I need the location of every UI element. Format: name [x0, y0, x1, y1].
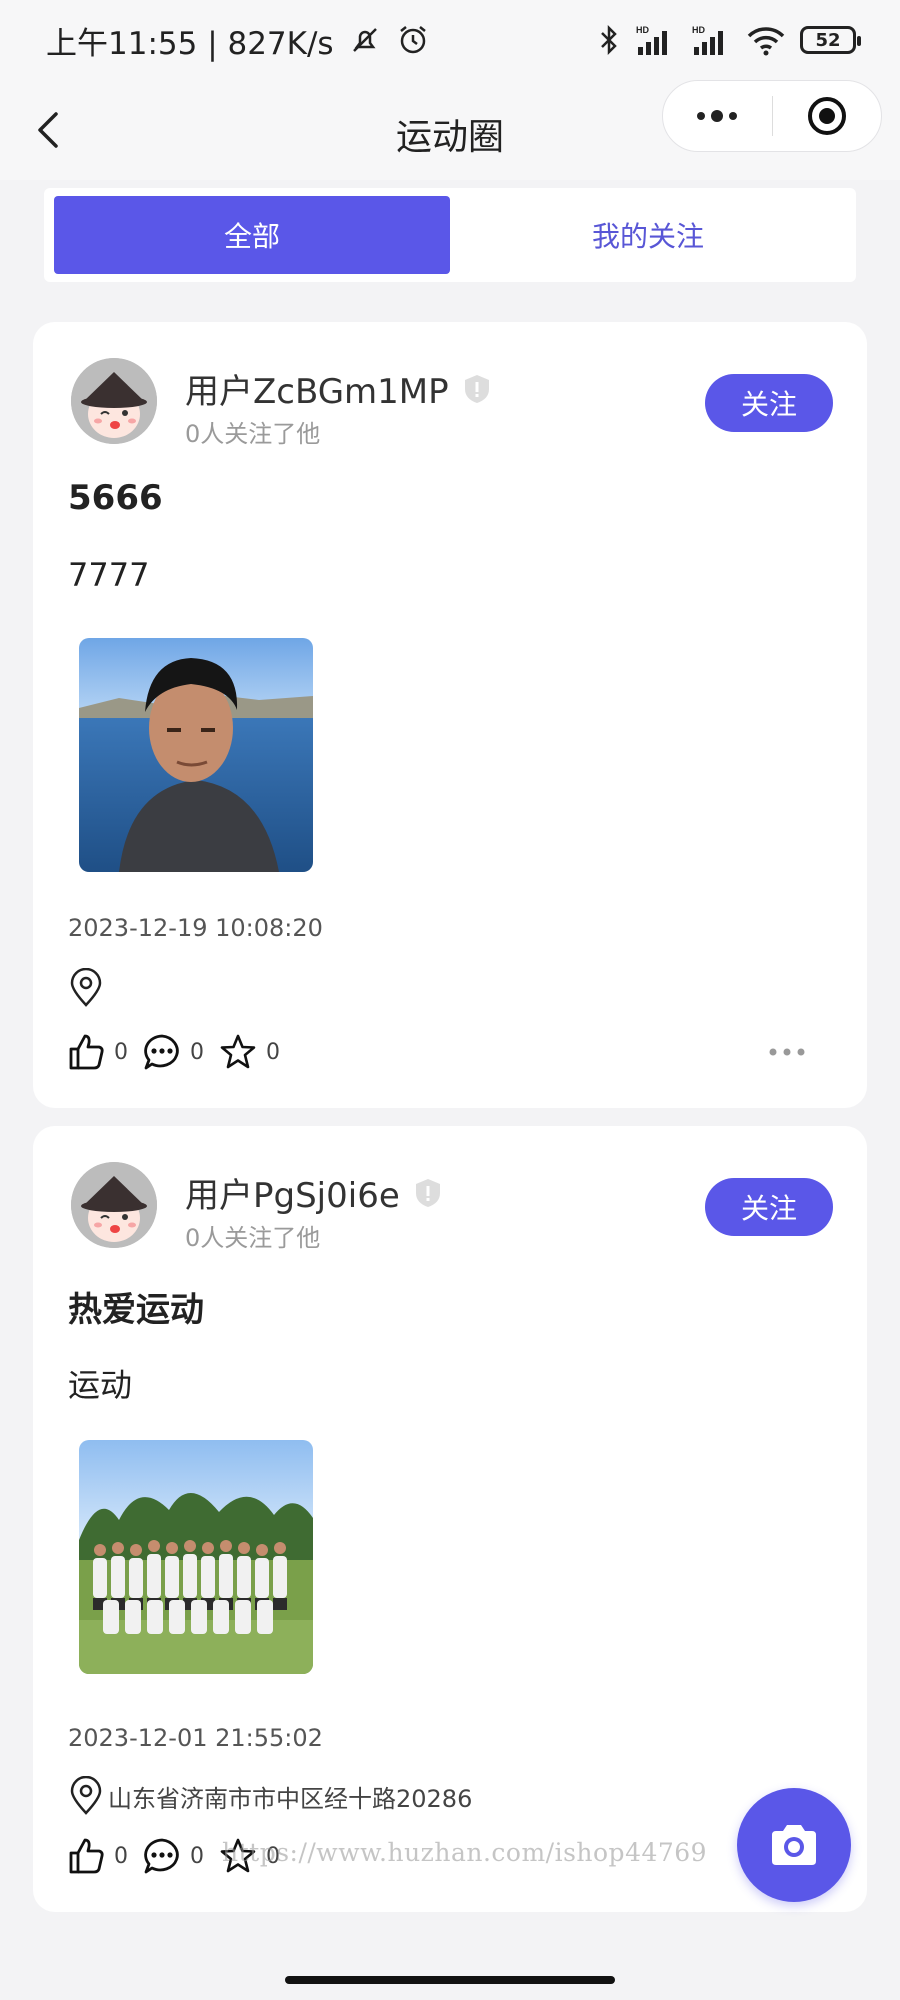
status-right: HD HD 52: [598, 23, 861, 57]
like-count: 0: [114, 1039, 128, 1065]
svg-text:HD: HD: [692, 25, 705, 35]
avatar-image: [71, 1162, 157, 1248]
post-location[interactable]: 山东省济南市市中区经十路20286: [68, 1776, 472, 1816]
post-timestamp: 2023-12-19 10:08:20: [68, 914, 323, 942]
feed-tabs: 全部 我的关注: [44, 188, 856, 282]
svg-text:HD: HD: [636, 25, 649, 35]
comment-bubble-icon: [144, 1838, 179, 1874]
comment-button[interactable]: 0: [142, 1032, 204, 1072]
wifi-icon: [747, 27, 785, 56]
mute-bell-icon: [352, 28, 377, 52]
post-title: 热爱运动: [68, 1290, 204, 1330]
more-dots-icon: [697, 110, 738, 122]
username-text: 用户PgSj0i6e: [185, 1176, 400, 1216]
home-indicator[interactable]: [285, 1976, 615, 1984]
avatar-image: [71, 358, 157, 444]
shield-icon: [464, 374, 489, 403]
post-title: 5666: [68, 478, 163, 518]
post-body: 运动: [68, 1366, 133, 1404]
username-text: 用户ZcBGm1MP: [185, 372, 449, 412]
post-card: 用户PgSj0i6e 0人关注了他 关注 热爱运动 运动 2023-12-01 …: [33, 1126, 867, 1912]
location-pin-icon: [70, 1776, 102, 1815]
post-actions: 0 0 0: [66, 1032, 294, 1072]
shield-icon: [415, 1178, 440, 1207]
watermark: https://www.huzhan.com/ishop44769: [222, 1838, 708, 1867]
like-button[interactable]: 0: [66, 1836, 128, 1876]
bluetooth-icon: [601, 24, 617, 56]
post-image[interactable]: [79, 638, 313, 872]
username[interactable]: 用户PgSj0i6e: [185, 1168, 442, 1217]
post-body: 7777: [68, 556, 150, 594]
more-options-icon[interactable]: [767, 1042, 807, 1062]
username[interactable]: 用户ZcBGm1MP: [185, 364, 491, 413]
comment-count: 0: [190, 1843, 204, 1869]
location-text: 山东省济南市市中区经十路20286: [108, 1784, 473, 1813]
tab-following[interactable]: 我的关注: [450, 196, 846, 274]
thumbs-up-icon: [69, 1034, 104, 1070]
post-timestamp: 2023-12-01 21:55:02: [68, 1724, 323, 1752]
follow-button[interactable]: 关注: [705, 374, 833, 432]
alarm-icon: [399, 26, 426, 54]
status-bar: 上午11:55 | 827K/s HD HD 52: [0, 0, 900, 80]
location-pin-icon: [70, 968, 102, 1007]
comment-count: 0: [190, 1039, 204, 1065]
comment-button[interactable]: 0: [142, 1836, 204, 1876]
signal-icon-2: HD: [692, 25, 723, 55]
favorite-button[interactable]: 0: [218, 1032, 280, 1072]
status-time: 上午11:55 | 827K/s: [46, 25, 334, 62]
follower-count: 0人关注了他: [185, 1224, 321, 1252]
thumbs-up-icon: [69, 1838, 104, 1874]
like-button[interactable]: 0: [66, 1032, 128, 1072]
star-icon: [220, 1034, 256, 1069]
more-menu-button[interactable]: [663, 81, 772, 151]
close-program-button[interactable]: [773, 81, 882, 151]
avatar[interactable]: [71, 1162, 157, 1248]
post-photo-selfie: [79, 638, 313, 872]
follow-button[interactable]: 关注: [705, 1178, 833, 1236]
target-icon: [807, 97, 846, 135]
favorite-count: 0: [266, 1039, 280, 1065]
nav-bar: 运动圈: [0, 80, 900, 180]
camera-icon: [772, 1825, 816, 1865]
post-camera-button[interactable]: [737, 1788, 851, 1902]
battery-icon: 52: [800, 26, 861, 54]
comment-bubble-icon: [144, 1034, 179, 1070]
signal-icon: HD: [636, 25, 667, 55]
avatar[interactable]: [71, 358, 157, 444]
follower-count: 0人关注了他: [185, 420, 321, 448]
mini-program-capsule: [662, 80, 882, 152]
like-count: 0: [114, 1843, 128, 1869]
post-location[interactable]: [68, 968, 108, 1008]
post-photo-team: [79, 1440, 313, 1674]
battery-level: 52: [815, 29, 841, 51]
post-image[interactable]: [79, 1440, 313, 1674]
tab-all[interactable]: 全部: [54, 196, 450, 274]
post-card: 用户ZcBGm1MP 0人关注了他 关注 5666 7777 2023-12-1…: [33, 322, 867, 1108]
status-left: 上午11:55 | 827K/s: [46, 18, 430, 63]
